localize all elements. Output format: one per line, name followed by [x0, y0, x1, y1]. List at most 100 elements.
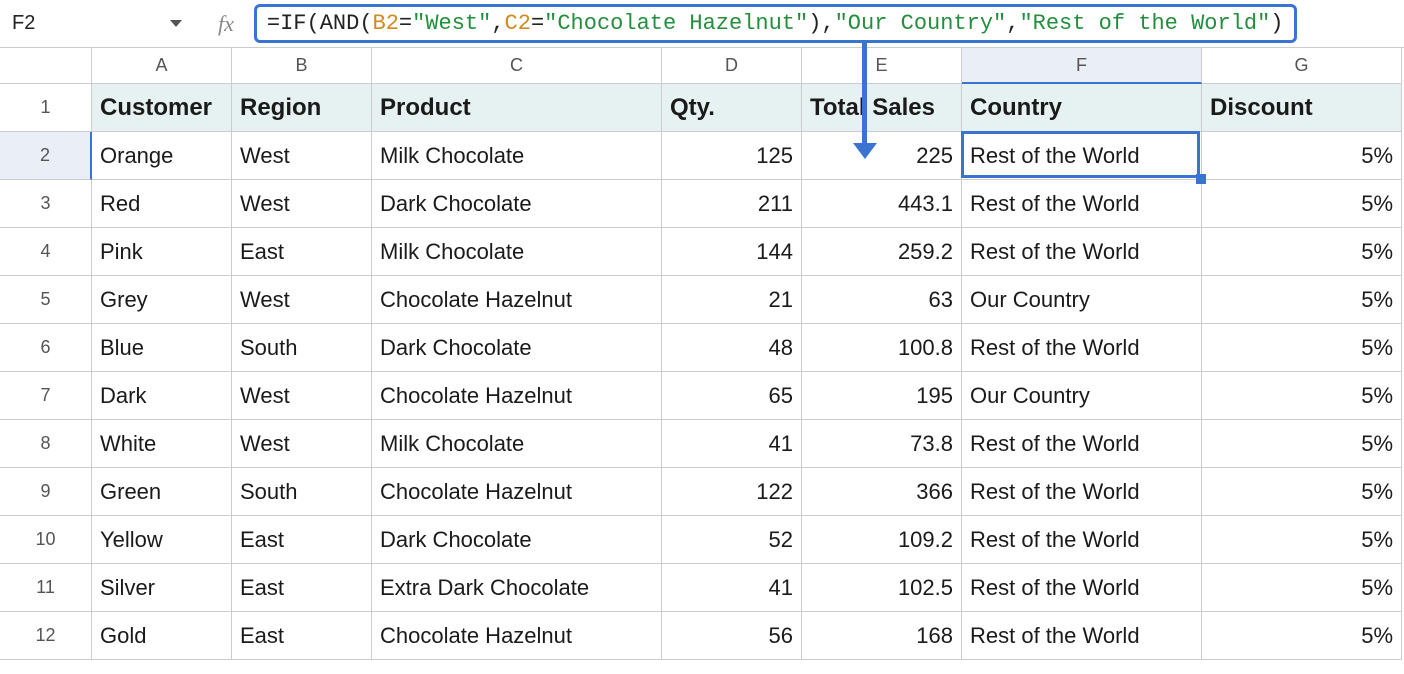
cell-G12[interactable]: 5%	[1202, 612, 1402, 660]
cell-D11[interactable]: 41	[662, 564, 802, 612]
cell-D7[interactable]: 65	[662, 372, 802, 420]
cell-C11[interactable]: Extra Dark Chocolate	[372, 564, 662, 612]
cell-A5[interactable]: Grey	[92, 276, 232, 324]
cell-D2[interactable]: 125	[662, 132, 802, 180]
cell-E12[interactable]: 168	[802, 612, 962, 660]
row-header-10[interactable]: 10	[0, 516, 92, 564]
col-header-E[interactable]: E	[802, 48, 962, 84]
select-all-corner[interactable]	[0, 48, 92, 84]
cell-E4[interactable]: 259.2	[802, 228, 962, 276]
cell-E9[interactable]: 366	[802, 468, 962, 516]
row-header-6[interactable]: 6	[0, 324, 92, 372]
cell-B6[interactable]: South	[232, 324, 372, 372]
cell-D4[interactable]: 144	[662, 228, 802, 276]
cell-C10[interactable]: Dark Chocolate	[372, 516, 662, 564]
table-header[interactable]: Total Sales	[802, 84, 962, 132]
cell-F12[interactable]: Rest of the World	[962, 612, 1202, 660]
cell-C4[interactable]: Milk Chocolate	[372, 228, 662, 276]
formula-bar[interactable]: =IF(AND(B2="West",C2="Chocolate Hazelnut…	[254, 4, 1404, 44]
cell-F3[interactable]: Rest of the World	[962, 180, 1202, 228]
cell-G7[interactable]: 5%	[1202, 372, 1402, 420]
table-header[interactable]: Country	[962, 84, 1202, 132]
cell-B4[interactable]: East	[232, 228, 372, 276]
cell-F5[interactable]: Our Country	[962, 276, 1202, 324]
col-header-G[interactable]: G	[1202, 48, 1402, 84]
cell-C5[interactable]: Chocolate Hazelnut	[372, 276, 662, 324]
dropdown-icon[interactable]	[170, 20, 182, 27]
cell-G2[interactable]: 5%	[1202, 132, 1402, 180]
table-header[interactable]: Product	[372, 84, 662, 132]
cell-B9[interactable]: South	[232, 468, 372, 516]
cell-A4[interactable]: Pink	[92, 228, 232, 276]
row-header-12[interactable]: 12	[0, 612, 92, 660]
cell-A6[interactable]: Blue	[92, 324, 232, 372]
cell-D6[interactable]: 48	[662, 324, 802, 372]
table-header[interactable]: Qty.	[662, 84, 802, 132]
col-header-F[interactable]: F	[962, 48, 1202, 84]
cell-F11[interactable]: Rest of the World	[962, 564, 1202, 612]
cell-C6[interactable]: Dark Chocolate	[372, 324, 662, 372]
cell-B8[interactable]: West	[232, 420, 372, 468]
cell-B10[interactable]: East	[232, 516, 372, 564]
cell-G6[interactable]: 5%	[1202, 324, 1402, 372]
cell-G3[interactable]: 5%	[1202, 180, 1402, 228]
cell-C12[interactable]: Chocolate Hazelnut	[372, 612, 662, 660]
row-header-5[interactable]: 5	[0, 276, 92, 324]
cell-D8[interactable]: 41	[662, 420, 802, 468]
cell-F8[interactable]: Rest of the World	[962, 420, 1202, 468]
cell-G8[interactable]: 5%	[1202, 420, 1402, 468]
selection-fill-handle[interactable]	[1196, 174, 1206, 184]
cell-C2[interactable]: Milk Chocolate	[372, 132, 662, 180]
name-box[interactable]: F2	[0, 6, 190, 42]
cell-F6[interactable]: Rest of the World	[962, 324, 1202, 372]
cell-E5[interactable]: 63	[802, 276, 962, 324]
cell-E7[interactable]: 195	[802, 372, 962, 420]
row-header-1[interactable]: 1	[0, 84, 92, 132]
col-header-B[interactable]: B	[232, 48, 372, 84]
cell-E10[interactable]: 109.2	[802, 516, 962, 564]
cell-G4[interactable]: 5%	[1202, 228, 1402, 276]
cell-A3[interactable]: Red	[92, 180, 232, 228]
cell-G11[interactable]: 5%	[1202, 564, 1402, 612]
table-header[interactable]: Discount	[1202, 84, 1402, 132]
cell-D5[interactable]: 21	[662, 276, 802, 324]
cell-D9[interactable]: 122	[662, 468, 802, 516]
cell-G10[interactable]: 5%	[1202, 516, 1402, 564]
cell-F9[interactable]: Rest of the World	[962, 468, 1202, 516]
cell-B12[interactable]: East	[232, 612, 372, 660]
cell-A2[interactable]: Orange	[92, 132, 232, 180]
cell-A8[interactable]: White	[92, 420, 232, 468]
col-header-C[interactable]: C	[372, 48, 662, 84]
cell-G9[interactable]: 5%	[1202, 468, 1402, 516]
row-header-4[interactable]: 4	[0, 228, 92, 276]
cell-E8[interactable]: 73.8	[802, 420, 962, 468]
cell-A11[interactable]: Silver	[92, 564, 232, 612]
cell-B7[interactable]: West	[232, 372, 372, 420]
cell-D3[interactable]: 211	[662, 180, 802, 228]
cell-E2[interactable]: 225	[802, 132, 962, 180]
cell-A10[interactable]: Yellow	[92, 516, 232, 564]
row-header-11[interactable]: 11	[0, 564, 92, 612]
cell-E11[interactable]: 102.5	[802, 564, 962, 612]
formula-input[interactable]: =IF(AND(B2="West",C2="Chocolate Hazelnut…	[254, 4, 1297, 43]
cell-F10[interactable]: Rest of the World	[962, 516, 1202, 564]
row-header-2[interactable]: 2	[0, 132, 92, 180]
cell-D10[interactable]: 52	[662, 516, 802, 564]
cell-A9[interactable]: Green	[92, 468, 232, 516]
col-header-A[interactable]: A	[92, 48, 232, 84]
cell-F2[interactable]: Rest of the World	[962, 132, 1202, 180]
table-header[interactable]: Customer	[92, 84, 232, 132]
cell-C7[interactable]: Chocolate Hazelnut	[372, 372, 662, 420]
cell-C9[interactable]: Chocolate Hazelnut	[372, 468, 662, 516]
cell-G5[interactable]: 5%	[1202, 276, 1402, 324]
cell-E6[interactable]: 100.8	[802, 324, 962, 372]
cell-B3[interactable]: West	[232, 180, 372, 228]
row-header-8[interactable]: 8	[0, 420, 92, 468]
table-header[interactable]: Region	[232, 84, 372, 132]
cell-A7[interactable]: Dark	[92, 372, 232, 420]
fx-icon[interactable]: fx	[218, 11, 234, 37]
cell-F7[interactable]: Our Country	[962, 372, 1202, 420]
cell-B5[interactable]: West	[232, 276, 372, 324]
cell-D12[interactable]: 56	[662, 612, 802, 660]
spreadsheet-grid[interactable]: A B C D E F G 1 Customer Region Product …	[0, 48, 1404, 660]
